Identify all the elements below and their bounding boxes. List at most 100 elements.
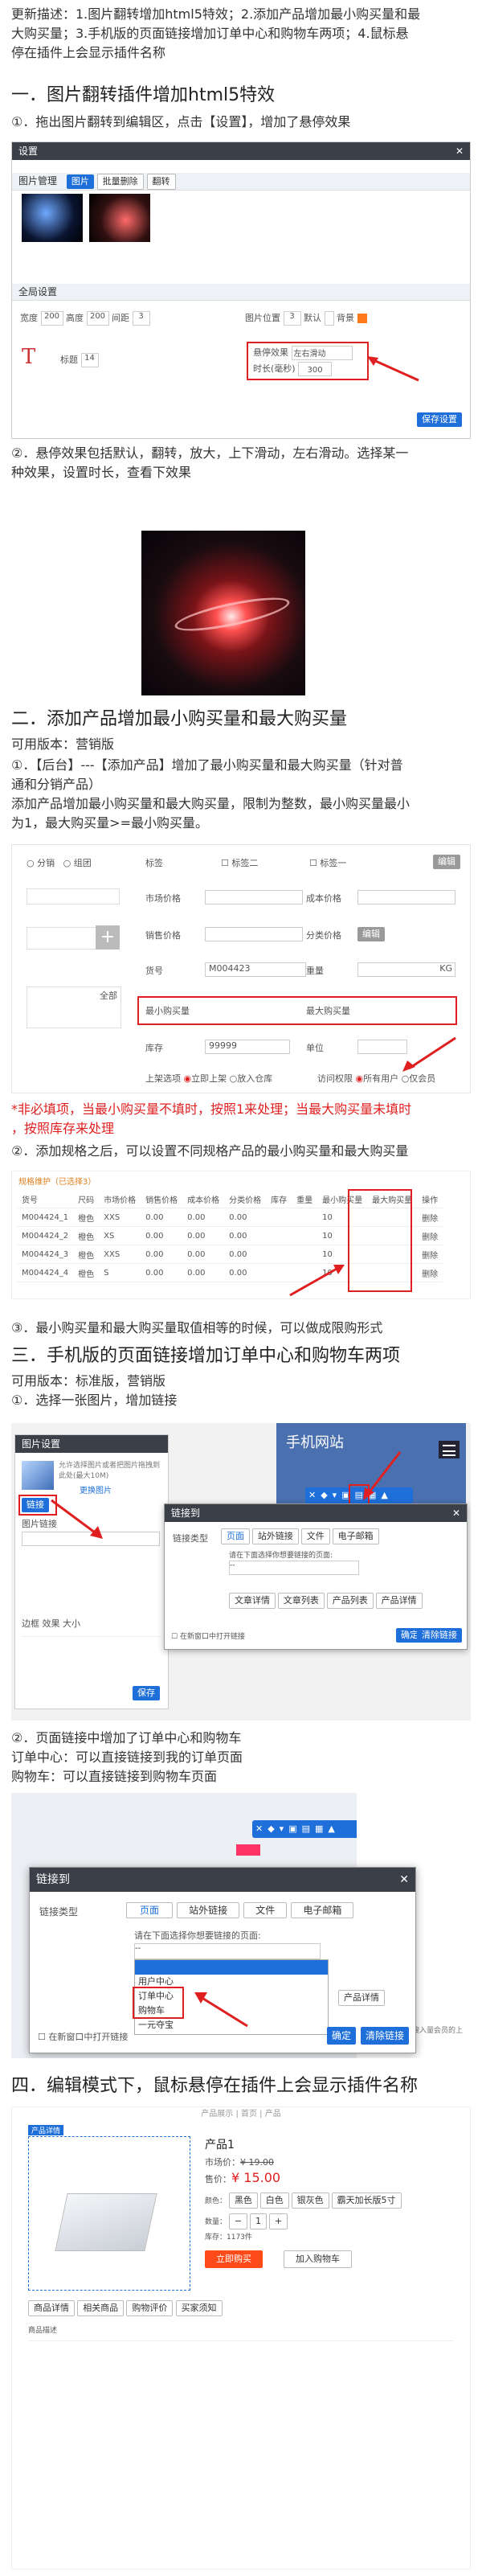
tab-detail[interactable]: 商品详情	[28, 2300, 75, 2316]
weight-input[interactable]: KG	[357, 962, 455, 977]
cell[interactable]: 0.00	[224, 1226, 267, 1245]
spec-option[interactable]: 白色	[259, 2192, 289, 2209]
cell[interactable]: 0.00	[141, 1245, 183, 1264]
buy-now-button[interactable]: 立即购买	[205, 2250, 263, 2268]
tab-reviews[interactable]: 购物评价	[126, 2300, 174, 2316]
tab-page[interactable]: 页面	[126, 1902, 174, 1918]
minus-icon[interactable]: −	[228, 2213, 248, 2229]
cell[interactable]: 0.00	[224, 1208, 267, 1227]
onsale-now[interactable]: 立即上架	[191, 1073, 227, 1084]
list-item[interactable]	[135, 1960, 328, 1975]
cell[interactable]: 0.00	[141, 1263, 183, 1282]
qty-input[interactable]: 1	[249, 2213, 267, 2229]
tab-email[interactable]: 电子邮箱	[291, 1902, 354, 1918]
product-list-button[interactable]: 产品列表	[326, 1593, 374, 1609]
cell[interactable]: 0.00	[182, 1245, 225, 1264]
flip-chip[interactable]: 翻转	[146, 174, 176, 190]
plus-icon[interactable]: +	[268, 2213, 288, 2229]
spec-option[interactable]: 黑色	[228, 2192, 258, 2209]
spec-option[interactable]: 银灰色	[291, 2192, 329, 2209]
cell[interactable]: 0.00	[224, 1263, 267, 1282]
cell[interactable]	[292, 1208, 318, 1227]
page-select[interactable]: --	[134, 1943, 321, 1959]
new-window-checkbox[interactable]: ☐ 在新窗口中打开链接	[171, 1631, 245, 1641]
page-select[interactable]: --	[229, 1561, 359, 1575]
add-to-cart-button[interactable]: 加入购物车	[284, 2250, 352, 2268]
gap-input[interactable]: 3	[132, 311, 150, 326]
tab-email[interactable]: 电子邮箱	[332, 1528, 379, 1544]
image-thumbnail[interactable]	[22, 1461, 54, 1490]
tab-related[interactable]: 相关商品	[77, 2300, 125, 2316]
cell[interactable]: 0.00	[141, 1226, 183, 1245]
cell[interactable]	[266, 1208, 292, 1227]
radio-checked-icon[interactable]: ◉	[184, 1073, 192, 1084]
close-icon[interactable]: ✕	[452, 1504, 460, 1522]
tag-edit-button[interactable]: 编辑	[433, 855, 460, 869]
category-edit-button[interactable]: 编辑	[357, 927, 385, 941]
tab-external[interactable]: 站外链接	[251, 1528, 299, 1544]
stock-input[interactable]: 99999	[205, 1040, 290, 1054]
font-size-input[interactable]: 14	[80, 353, 99, 367]
article-list-button[interactable]: 文章列表	[277, 1593, 325, 1609]
access-all[interactable]: 所有用户	[363, 1073, 398, 1084]
cell[interactable]	[292, 1226, 318, 1245]
delete-link[interactable]: 删除	[417, 1226, 443, 1245]
access-members[interactable]: 仅会员	[409, 1073, 435, 1084]
tab-effect[interactable]: 效果	[43, 1618, 60, 1629]
tab-page[interactable]: 页面	[221, 1528, 250, 1544]
cell[interactable]: 0.00	[224, 1245, 267, 1264]
tag-2-checkbox[interactable]: ☐ 标签二	[221, 856, 258, 869]
height-input[interactable]: 200	[86, 311, 109, 326]
delete-link[interactable]: 删除	[417, 1263, 443, 1282]
position-input[interactable]: 3	[283, 311, 301, 326]
add-icon[interactable]: +	[96, 925, 120, 950]
delete-link[interactable]: 删除	[417, 1245, 443, 1264]
tab-external[interactable]: 站外链接	[177, 1902, 240, 1918]
close-icon[interactable]: ✕	[399, 1868, 409, 1892]
galaxy-thumbnail-1[interactable]	[22, 194, 83, 242]
change-image-link[interactable]: 更换图片	[80, 1483, 112, 1495]
tab-file[interactable]: 文件	[243, 1902, 288, 1918]
radio-icon[interactable]: ○	[27, 858, 35, 868]
menu-icon[interactable]	[439, 1441, 460, 1458]
radio-icon[interactable]: ○	[63, 858, 71, 868]
radio-distribution[interactable]: 分销	[37, 858, 55, 868]
save-settings-button[interactable]: 保存设置	[417, 412, 462, 427]
sku-input[interactable]: M004423	[205, 962, 306, 977]
spec-option[interactable]: 霸天加长版5寸	[331, 2192, 402, 2209]
radio-icon[interactable]: ○	[402, 1073, 410, 1084]
new-window-checkbox[interactable]: ☐ 在新窗口中打开链接	[38, 2030, 128, 2043]
cost-price-input[interactable]	[357, 890, 455, 904]
product-detail-button[interactable]: 产品详情	[338, 1990, 385, 2006]
market-price-input[interactable]	[205, 890, 303, 904]
image-chip[interactable]: 图片	[66, 174, 94, 189]
close-icon[interactable]: ✕	[455, 142, 464, 160]
tab-size[interactable]: 大小	[63, 1618, 80, 1629]
cell[interactable]	[266, 1226, 292, 1245]
tag-1-checkbox[interactable]: ☐ 标签一	[309, 856, 346, 869]
confirm-button[interactable]: 确定	[326, 2027, 356, 2045]
left-input-1[interactable]	[27, 888, 120, 904]
color-swatch[interactable]	[357, 314, 367, 323]
tab-border[interactable]: 边框	[22, 1618, 39, 1629]
cell[interactable]: 0.00	[182, 1208, 225, 1227]
tab-notice[interactable]: 买家须知	[175, 2300, 223, 2316]
onsale-warehouse[interactable]: 放入仓库	[237, 1073, 272, 1084]
article-detail-button[interactable]: 文章详情	[229, 1593, 276, 1609]
delete-link[interactable]: 删除	[417, 1208, 443, 1227]
cell[interactable]: 0.00	[182, 1263, 225, 1282]
product-image-frame[interactable]	[28, 2136, 190, 2291]
radio-checked-icon[interactable]: ◉	[356, 1073, 364, 1084]
radio-group[interactable]: 组团	[74, 858, 92, 868]
sale-price-input[interactable]	[205, 927, 303, 941]
tab-file[interactable]: 文件	[300, 1528, 330, 1544]
cell[interactable]: 0.00	[141, 1208, 183, 1227]
left-select-box[interactable]: 全部	[27, 987, 121, 1028]
radio-icon[interactable]: ○	[230, 1073, 238, 1084]
clear-link-button[interactable]: 清除链接	[417, 1628, 462, 1643]
clear-link-button[interactable]: 清除链接	[360, 2027, 409, 2045]
left-input-2[interactable]	[27, 927, 105, 950]
product-detail-button[interactable]: 产品详情	[375, 1593, 423, 1609]
width-input[interactable]: 200	[40, 311, 63, 326]
batch-delete-chip[interactable]: 批量删除	[96, 174, 144, 190]
